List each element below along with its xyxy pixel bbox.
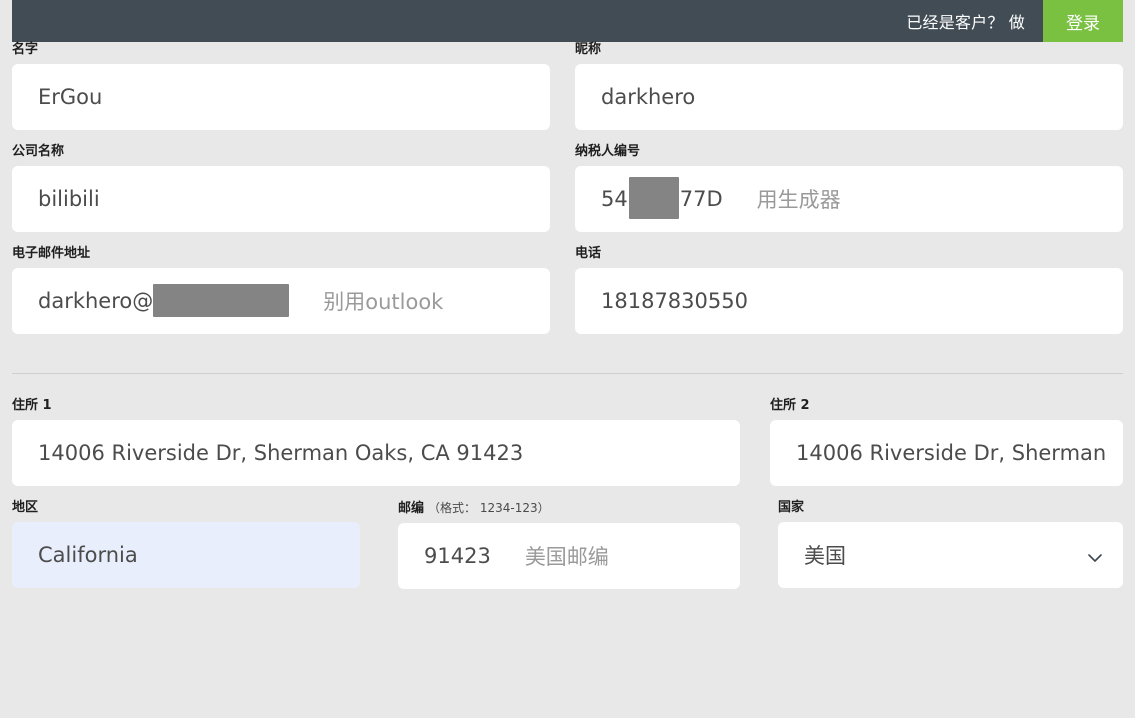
region-label: 地区 — [12, 500, 360, 516]
form-row-locale: 地区 California 邮编（格式： 1234-123） 91423 美国邮… — [0, 500, 1135, 603]
field-address2: 住所 2 14006 Riverside Dr, Sherman — [770, 398, 1135, 486]
country-value: 美国 — [804, 540, 846, 570]
tax-id-redaction — [629, 177, 679, 219]
first-name-label: 名字 — [12, 42, 550, 58]
tax-id-label: 纳税人编号 — [575, 144, 1123, 160]
form-row-name: 名字 ErGou 昵称 darkhero — [0, 42, 1135, 144]
form-row-company: 公司名称 bilibili 纳税人编号 54 77D 用生成器 — [0, 144, 1135, 246]
login-button[interactable]: 登录 — [1043, 0, 1123, 42]
first-name-value: ErGou — [38, 85, 102, 109]
email-value-before: darkhero@ — [38, 289, 153, 313]
chevron-down-icon — [1087, 547, 1103, 563]
first-name-input[interactable]: ErGou — [12, 64, 550, 130]
nickname-label: 昵称 — [575, 42, 1123, 58]
phone-label: 电话 — [575, 246, 1123, 262]
field-tax-id: 纳税人编号 54 77D 用生成器 — [575, 144, 1135, 232]
field-nickname: 昵称 darkhero — [575, 42, 1135, 130]
address2-input[interactable]: 14006 Riverside Dr, Sherman — [770, 420, 1123, 486]
form-row-contact: 电子邮件地址 darkhero@ 别用outlook 电话 1818783055… — [0, 246, 1135, 348]
postcode-label-text: 邮编 — [398, 501, 424, 516]
top-bar: 已经是客户？ 做 登录 — [12, 0, 1123, 42]
company-label: 公司名称 — [12, 144, 550, 160]
field-postcode: 邮编（格式： 1234-123） 91423 美国邮编 — [398, 500, 778, 589]
field-email: 电子邮件地址 darkhero@ 别用outlook — [0, 246, 575, 334]
tax-id-hint: 用生成器 — [723, 184, 841, 214]
field-company: 公司名称 bilibili — [0, 144, 575, 232]
postcode-value: 91423 — [424, 544, 491, 568]
tax-id-value-before: 54 — [601, 187, 628, 211]
country-label: 国家 — [778, 500, 1123, 516]
address1-value: 14006 Riverside Dr, Sherman Oaks, CA 914… — [38, 441, 523, 465]
form-row-address: 住所 1 14006 Riverside Dr, Sherman Oaks, C… — [0, 398, 1135, 500]
field-first-name: 名字 ErGou — [0, 42, 575, 130]
email-input[interactable]: darkhero@ 别用outlook — [12, 268, 550, 334]
address2-value: 14006 Riverside Dr, Sherman — [796, 441, 1106, 465]
region-value: California — [38, 543, 138, 567]
field-country: 国家 美国 — [778, 500, 1135, 589]
section-divider — [12, 373, 1123, 374]
tax-id-value-after: 77D — [680, 187, 723, 211]
country-select[interactable]: 美国 — [778, 522, 1123, 588]
email-redaction — [153, 284, 289, 317]
postcode-input[interactable]: 91423 美国邮编 — [398, 523, 740, 589]
postcode-format-hint: （格式： 1234-123） — [424, 501, 550, 515]
company-input[interactable]: bilibili — [12, 166, 550, 232]
registration-form: 名字 ErGou 昵称 darkhero 公司名称 bilibili 纳税人编号… — [0, 42, 1135, 603]
field-phone: 电话 18187830550 — [575, 246, 1135, 334]
address1-label: 住所 1 — [12, 398, 740, 414]
address1-input[interactable]: 14006 Riverside Dr, Sherman Oaks, CA 914… — [12, 420, 740, 486]
address2-label: 住所 2 — [770, 398, 1123, 414]
field-region: 地区 California — [0, 500, 398, 589]
company-value: bilibili — [38, 187, 100, 211]
phone-value: 18187830550 — [601, 289, 748, 313]
field-address1: 住所 1 14006 Riverside Dr, Sherman Oaks, C… — [0, 398, 770, 486]
postcode-label: 邮编（格式： 1234-123） — [398, 500, 740, 517]
phone-input[interactable]: 18187830550 — [575, 268, 1123, 334]
email-label: 电子邮件地址 — [12, 246, 550, 262]
nickname-value: darkhero — [601, 85, 695, 109]
existing-customer-note: 已经是客户？ 做 — [906, 0, 1043, 42]
tax-id-input[interactable]: 54 77D 用生成器 — [575, 166, 1123, 232]
region-input[interactable]: California — [12, 522, 360, 588]
nickname-input[interactable]: darkhero — [575, 64, 1123, 130]
email-hint: 别用outlook — [289, 286, 443, 316]
postcode-hint: 美国邮编 — [491, 541, 609, 571]
